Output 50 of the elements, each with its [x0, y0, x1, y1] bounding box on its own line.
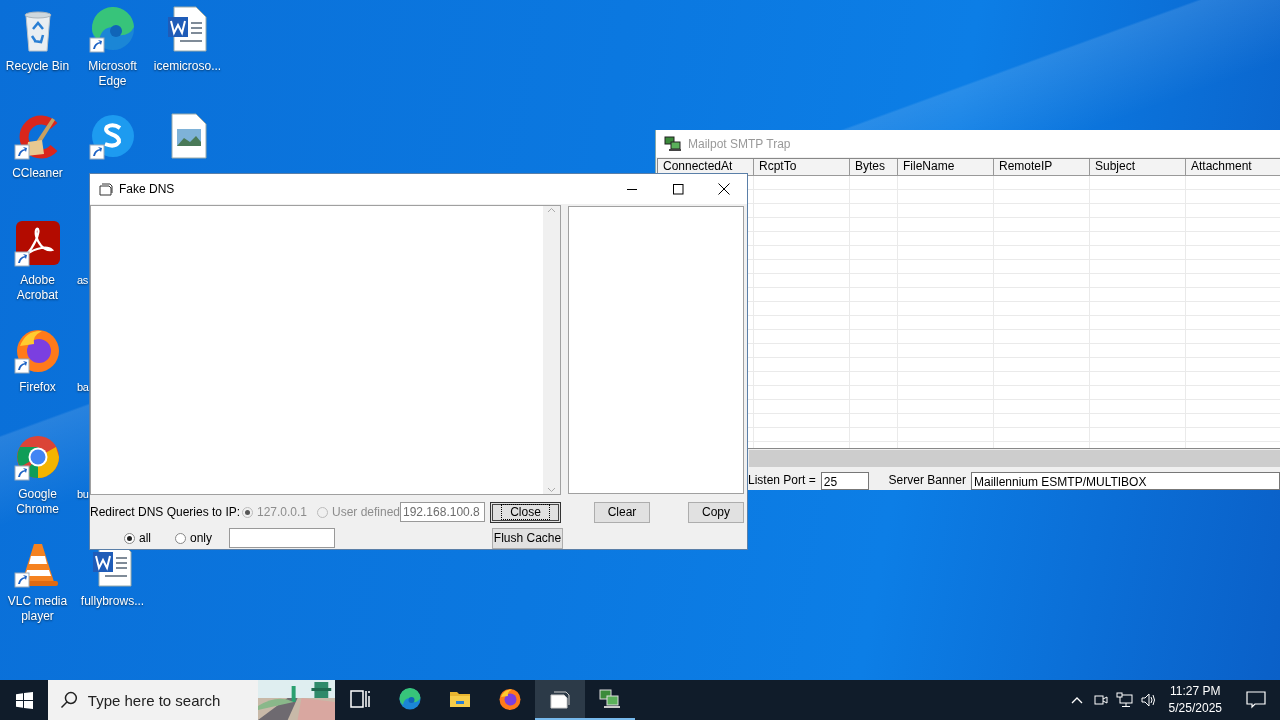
- clock[interactable]: 11:27 PM 5/25/2025: [1168, 683, 1222, 717]
- computers-icon: [598, 687, 622, 711]
- dialog-button[interactable]: Close: [490, 501, 561, 523]
- field-label: Listen Port =: [748, 473, 816, 487]
- window-app-icon: [99, 182, 113, 196]
- radio-circle[interactable]: [124, 532, 135, 544]
- edge-icon: [398, 687, 422, 711]
- ip-field[interactable]: 192.168.100.8: [400, 502, 485, 522]
- desktop-icon-label[interactable]: fullybrows...: [80, 594, 145, 609]
- search-icon: [60, 691, 78, 709]
- window-title: Mailpot SMTP Trap: [688, 136, 791, 151]
- column-header[interactable]: RemoteIP: [994, 159, 1090, 176]
- field-label: Server Banner: [888, 473, 966, 487]
- computers-icon: [664, 135, 682, 152]
- dialog-button[interactable]: Clear: [594, 501, 650, 523]
- close-icon: [718, 183, 730, 195]
- radio-circle[interactable]: [175, 532, 186, 544]
- window-title: Fake DNS: [119, 182, 176, 196]
- desktop-icon-label[interactable]: Recycle Bin: [5, 59, 70, 74]
- maximize-icon: [672, 183, 684, 195]
- port-field[interactable]: 25: [820, 472, 869, 490]
- desktop-icon-label[interactable]: icemicroso...: [153, 59, 222, 74]
- banner-field[interactable]: Maillennium ESMTP/MULTIBOX: [970, 472, 1280, 490]
- firefox-icon: [498, 687, 522, 711]
- desktop-icon-label[interactable]: CCleaner: [12, 166, 63, 181]
- search-field[interactable]: Type here to search: [87, 691, 258, 709]
- column-header[interactable]: Subject: [1090, 159, 1186, 176]
- search-bar[interactable]: Type here to search: [48, 680, 335, 720]
- task-view-icon: [348, 687, 372, 711]
- column-header[interactable]: Attachment: [1186, 159, 1280, 176]
- dialog-button[interactable]: Flush Cache: [492, 527, 563, 549]
- desktop-icon-label[interactable]: as: [75, 273, 89, 288]
- dialog-button[interactable]: Copy: [688, 501, 744, 523]
- radio-button[interactable]: all: [124, 531, 175, 545]
- column-header[interactable]: RcptTo: [754, 159, 850, 176]
- redirect-label: Redirect DNS Queries to IP:: [90, 505, 242, 519]
- desktop-icon-label[interactable]: ba: [75, 380, 89, 395]
- horizontal-scrollbar[interactable]: [749, 450, 1280, 467]
- column-header[interactable]: Bytes: [850, 159, 898, 176]
- desktop-icon-label[interactable]: VLC media player: [0, 594, 75, 624]
- windows-logo-icon: [15, 691, 33, 709]
- desktop-icon-label[interactable]: Microsoft Edge: [75, 59, 150, 89]
- desktop-icon-label[interactable]: Firefox: [19, 380, 56, 395]
- radio-button[interactable]: only: [175, 531, 229, 545]
- domain-field[interactable]: [229, 528, 335, 548]
- desktop-icon-label[interactable]: Adobe Acrobat: [0, 273, 75, 303]
- taskbar-button[interactable]: [535, 680, 585, 720]
- column-header[interactable]: FileName: [898, 159, 994, 176]
- desktop-icon-label[interactable]: bu: [75, 487, 89, 502]
- desktop-icon-label[interactable]: Google Chrome: [0, 487, 75, 517]
